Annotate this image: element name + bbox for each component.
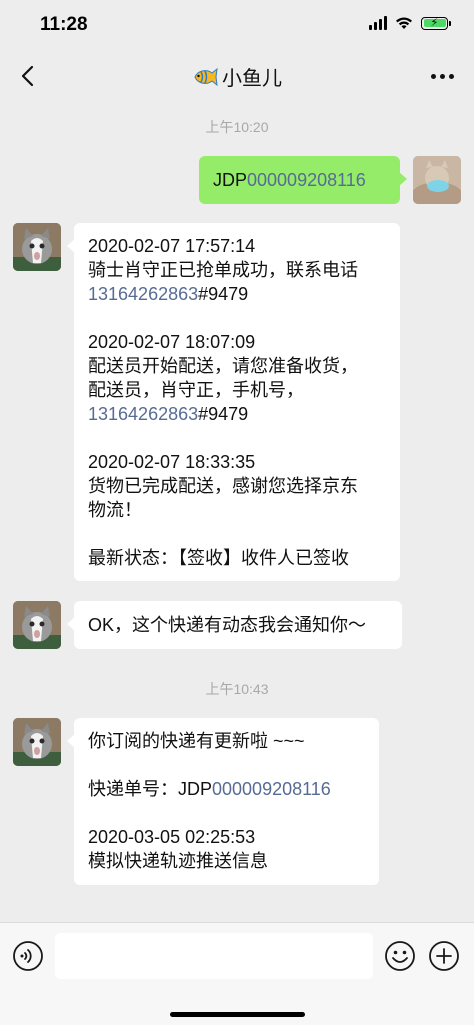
home-indicator (170, 1012, 305, 1017)
battery-icon: ⚡ (421, 16, 451, 30)
avatar-contact[interactable] (13, 601, 61, 649)
message-line: 货物已完成配送，感谢您选择京东 (88, 476, 358, 496)
tracking-number-link[interactable]: 000009208116 (212, 779, 331, 799)
avatar-contact[interactable] (13, 718, 61, 766)
message-line: 2020-02-07 17:57:14 (88, 236, 256, 256)
chat-title: 小鱼儿 (0, 62, 474, 91)
message-timestamp: 上午10:43 (205, 681, 269, 697)
plus-icon[interactable] (428, 940, 460, 972)
status-time: 11:28 (40, 14, 88, 35)
message-timestamp: 上午10:20 (205, 119, 269, 135)
message-bubble-self[interactable]: JDP000009208116 (199, 156, 407, 204)
message-line: 2020-03-05 02:25:53 (88, 827, 256, 847)
input-bar (0, 922, 474, 1025)
voice-icon[interactable] (12, 940, 44, 972)
status-bar: 11:28 ⚡ (0, 0, 474, 50)
message-bubble-contact[interactable]: OK，这个快递有动态我会通知你～ (67, 601, 402, 649)
message-line: 骑士肖守正已抢单成功，联系电话 (88, 260, 358, 280)
nav-bar: 小鱼儿 (0, 50, 474, 102)
message-line: 2020-02-07 18:07:09 (88, 332, 256, 352)
message-line: OK，这个快递有动态我会通知你～ (88, 615, 367, 635)
message-bubble-contact[interactable]: 2020-02-07 17:57:14 骑士肖守正已抢单成功，联系电话 1316… (67, 223, 400, 581)
message-line: 你订阅的快递有更新啦 ~~~ (88, 731, 305, 751)
signal-icon (369, 16, 387, 30)
phone-link[interactable]: 13164262863 (88, 284, 198, 304)
message-bubble-contact[interactable]: 你订阅的快递有更新啦 ~~~ 快递单号：JDP000009208116 2020… (67, 718, 379, 885)
chat-title-text: 小鱼儿 (222, 68, 282, 90)
avatar-contact[interactable] (13, 223, 61, 271)
tracking-number-link[interactable]: 000009208116 (247, 170, 366, 190)
message-line: 13164262863#9479 (88, 284, 249, 304)
message-line: 物流！ (88, 500, 142, 520)
message-line: 模拟快递轨迹推送信息 (88, 851, 268, 871)
message-line: 2020-02-07 18:33:35 (88, 452, 256, 472)
message-line: 配送员，肖守正，手机号， (88, 380, 304, 400)
status-icons: ⚡ (369, 16, 451, 30)
wifi-icon (396, 17, 412, 29)
message-line: 13164262863#9479 (88, 404, 249, 424)
emoji-icon[interactable] (384, 940, 416, 972)
fish-emoji-icon (194, 67, 218, 86)
message-line: 快递单号：JDP000009208116 (88, 779, 331, 799)
phone-link[interactable]: 13164262863 (88, 404, 198, 424)
message-line: 最新状态：【签收】收件人已签收 (88, 548, 349, 568)
message-line: 配送员开始配送，请您准备收货， (88, 356, 358, 376)
more-icon[interactable] (431, 74, 454, 79)
message-input[interactable] (55, 933, 373, 979)
avatar-self[interactable] (413, 156, 461, 204)
tracking-number-text: JDP000009208116 (213, 170, 366, 190)
